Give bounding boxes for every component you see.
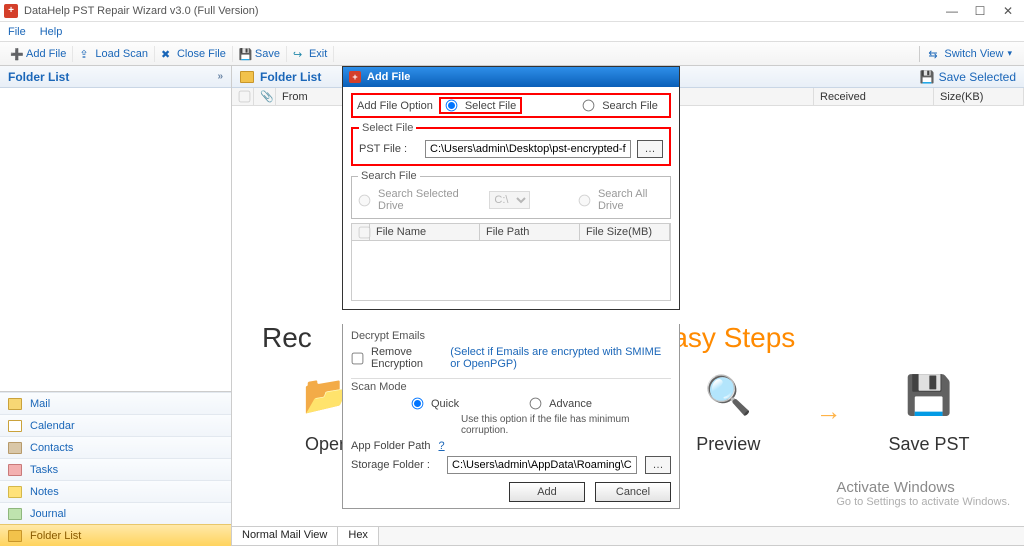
storage-folder-input[interactable]: [447, 456, 637, 474]
step-preview: 🔍Preview: [673, 368, 783, 455]
titlebar: + DataHelp PST Repair Wizard v3.0 (Full …: [0, 0, 1024, 22]
window-title: DataHelp PST Repair Wizard v3.0 (Full Ve…: [24, 5, 946, 17]
quick-note: Use this option if the file has minimum …: [351, 414, 671, 436]
decrypt-legend: Decrypt Emails: [351, 330, 671, 342]
view-tabs: Normal Mail View Hex: [232, 526, 1024, 546]
chevron-down-icon[interactable]: »: [217, 71, 223, 82]
journal-icon: [8, 508, 22, 520]
toolbar-exit[interactable]: ↪Exit: [287, 46, 334, 62]
radio-select-file[interactable]: Select File: [439, 97, 522, 114]
browse-storage-button[interactable]: …: [645, 456, 671, 474]
file-list-col-check[interactable]: [352, 224, 370, 240]
file-list-col-name[interactable]: File Name: [370, 224, 480, 240]
tab-normal-mail[interactable]: Normal Mail View: [232, 527, 338, 545]
select-file-group: Select File PST File : …: [351, 122, 671, 166]
mail-icon: [8, 398, 22, 410]
file-list-col-path[interactable]: File Path: [480, 224, 580, 240]
menubar: File Help: [0, 22, 1024, 42]
search-file-group: Search File Search Selected Drive C:\ Se…: [351, 170, 671, 219]
browse-pst-button[interactable]: …: [637, 140, 663, 158]
pst-file-input[interactable]: [425, 140, 631, 158]
floppy-icon: 💾: [905, 368, 952, 424]
select-file-legend: Select File: [359, 122, 416, 134]
menu-file[interactable]: File: [8, 26, 26, 38]
app-icon: +: [4, 4, 18, 18]
mkt-title-pre: Rec: [262, 322, 312, 353]
addopt-label: Add File Option: [357, 100, 433, 112]
arrow-icon: →: [816, 396, 842, 427]
grid-col-received[interactable]: Received: [814, 88, 934, 105]
cancel-button[interactable]: Cancel: [595, 482, 671, 502]
step-save: 💾Save PST: [874, 368, 984, 455]
minimize-icon[interactable]: —: [946, 4, 958, 18]
right-header-label: Folder List: [260, 70, 321, 84]
folder-icon: [240, 71, 254, 83]
grid-col-checkbox[interactable]: [232, 88, 254, 105]
appfolder-label: App Folder Path: [351, 440, 431, 452]
plus-icon: +: [349, 71, 361, 83]
toolbar: ➕Add File ⇪Load Scan ✖Close File 💾Save ↪…: [0, 42, 1024, 66]
remove-encryption-hint: (Select if Emails are encrypted with SMI…: [450, 346, 671, 370]
nav-tasks[interactable]: Tasks: [0, 458, 231, 480]
toolbar-loadscan[interactable]: ⇪Load Scan: [73, 46, 155, 62]
menu-help[interactable]: Help: [40, 26, 63, 38]
exit-icon: ↪: [293, 48, 305, 60]
add-file-dialog-lower: Decrypt Emails Remove Encryption (Select…: [342, 324, 680, 509]
switch-icon: ⇆: [928, 48, 940, 60]
add-button[interactable]: Add: [509, 482, 585, 502]
pst-file-label: PST File :: [359, 143, 419, 155]
grid-col-size[interactable]: Size(KB): [934, 88, 1024, 105]
radio-search-selected-drive: Search Selected Drive: [358, 188, 471, 212]
closefile-icon: ✖: [161, 48, 173, 60]
nav-calendar[interactable]: Calendar: [0, 414, 231, 436]
contacts-icon: [8, 442, 22, 454]
toolbar-closefile[interactable]: ✖Close File: [155, 46, 233, 62]
grid-col-attachment-icon[interactable]: 📎: [254, 88, 276, 105]
folder-tree[interactable]: [0, 88, 231, 392]
remove-encryption-checkbox[interactable]: Remove Encryption: [351, 346, 442, 370]
radio-search-all-drive: Search All Drive: [578, 188, 664, 212]
nav-mail[interactable]: Mail: [0, 392, 231, 414]
add-file-dialog: + Add File Add File Option Select File S…: [342, 66, 680, 310]
maximize-icon[interactable]: ☐: [974, 4, 986, 18]
dialog-title: Add File: [367, 71, 410, 83]
nav-list: Mail Calendar Contacts Tasks Notes Journ…: [0, 392, 231, 546]
left-header-label: Folder List: [8, 70, 69, 84]
nav-notes[interactable]: Notes: [0, 480, 231, 502]
notes-icon: [8, 486, 22, 498]
toolbar-addfile[interactable]: ➕Add File: [4, 46, 73, 62]
radio-advance[interactable]: Advance: [529, 397, 592, 410]
windows-watermark: Activate Windows Go to Settings to activ…: [836, 479, 1010, 508]
save-icon: 💾: [239, 48, 251, 60]
plus-icon: ➕: [10, 48, 22, 60]
search-file-legend: Search File: [358, 170, 420, 182]
save-icon: 💾: [920, 70, 935, 84]
preview-icon: 🔍: [705, 368, 752, 424]
upload-icon: ⇪: [79, 48, 91, 60]
nav-folderlist[interactable]: Folder List: [0, 524, 231, 546]
close-icon[interactable]: ✕: [1002, 4, 1014, 18]
file-list-body: [351, 241, 671, 301]
storage-folder-label: Storage Folder :: [351, 459, 439, 471]
scan-mode-legend: Scan Mode: [351, 381, 671, 393]
nav-contacts[interactable]: Contacts: [0, 436, 231, 458]
toolbar-save[interactable]: 💾Save: [233, 46, 287, 62]
tab-hex[interactable]: Hex: [338, 527, 379, 545]
calendar-icon: [8, 420, 22, 432]
tasks-icon: [8, 464, 22, 476]
radio-search-file[interactable]: Search File: [582, 99, 658, 112]
folder-icon: [8, 530, 22, 542]
dialog-titlebar[interactable]: + Add File: [343, 67, 679, 87]
nav-journal[interactable]: Journal: [0, 502, 231, 524]
left-panel-header: Folder List »: [0, 66, 231, 88]
help-icon[interactable]: ?: [439, 440, 445, 452]
file-list-col-size[interactable]: File Size(MB): [580, 224, 670, 240]
drive-select: C:\: [489, 191, 530, 209]
radio-quick[interactable]: Quick: [411, 397, 459, 410]
toolbar-switchview[interactable]: ⇆Switch View▾: [919, 46, 1020, 62]
chevron-down-icon: ▾: [1007, 48, 1012, 59]
save-selected-button[interactable]: 💾Save Selected: [920, 70, 1016, 84]
file-list-header: File Name File Path File Size(MB): [351, 223, 671, 241]
